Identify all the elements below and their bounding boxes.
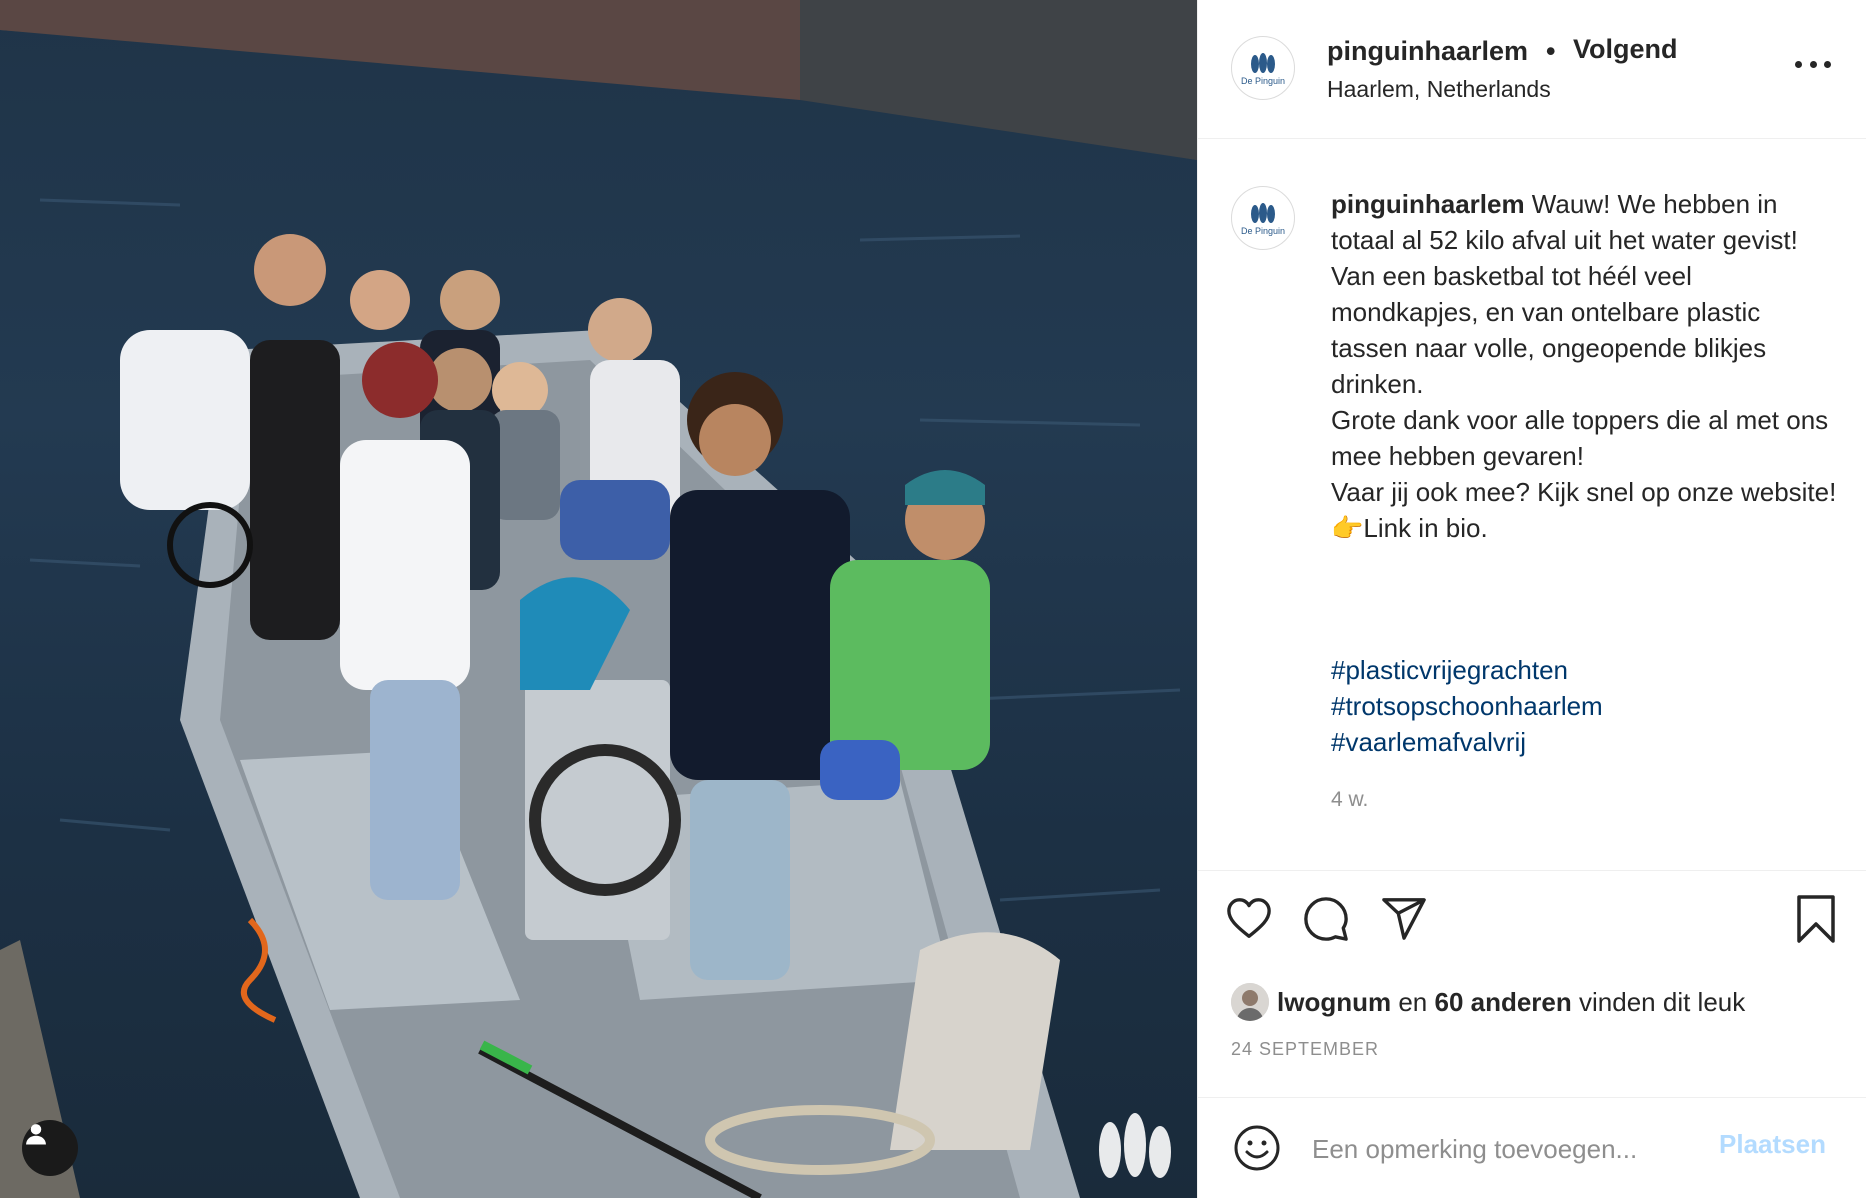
avatar-label: De Pinguin bbox=[1240, 75, 1286, 86]
hashtag-link[interactable]: #vaarlemafvalvrij bbox=[1331, 724, 1603, 760]
tagged-users-button[interactable] bbox=[22, 1120, 78, 1176]
likes-connector: en bbox=[1398, 986, 1428, 1017]
post-username[interactable]: pinguinhaarlem bbox=[1327, 36, 1528, 67]
post-comment-button[interactable]: Plaatsen bbox=[1719, 1129, 1826, 1160]
first-liker-name[interactable]: lwognum bbox=[1277, 987, 1391, 1018]
person-avatar-icon bbox=[1231, 983, 1269, 1021]
more-icon bbox=[1795, 60, 1802, 68]
like-button[interactable] bbox=[1226, 896, 1272, 942]
save-button[interactable] bbox=[1793, 895, 1839, 943]
user-icon bbox=[26, 1124, 46, 1145]
share-button[interactable] bbox=[1381, 896, 1427, 942]
penguin-logo-icon bbox=[1251, 202, 1275, 223]
hashtag-link[interactable]: #plasticvrijegrachten bbox=[1331, 652, 1603, 688]
comment-input[interactable] bbox=[1312, 1130, 1732, 1168]
hashtag-list: #plasticvrijegrachten #trotsopschoonhaar… bbox=[1331, 652, 1603, 760]
profile-avatar[interactable]: De Pinguin bbox=[1231, 36, 1295, 100]
caption-username[interactable]: pinguinhaarlem bbox=[1331, 189, 1525, 219]
post-header: De Pinguin pinguinhaarlem • Volgend Haar… bbox=[1198, 0, 1866, 139]
caption-text: pinguinhaarlem Wauw! We hebben in totaal… bbox=[1331, 186, 1841, 546]
comment-icon bbox=[1304, 897, 1348, 941]
caption-body: Wauw! We hebben in totaal al 52 kilo afv… bbox=[1331, 189, 1837, 543]
photo-illustration bbox=[0, 0, 1197, 1198]
caption-avatar[interactable]: De Pinguin bbox=[1231, 186, 1295, 250]
emoji-button[interactable] bbox=[1233, 1124, 1281, 1172]
more-options-button[interactable] bbox=[1795, 56, 1831, 72]
bookmark-icon bbox=[1797, 895, 1835, 943]
caption-time-ago[interactable]: 4 w. bbox=[1331, 788, 1368, 812]
post-date[interactable]: 24 SEPTEMBER bbox=[1231, 1039, 1379, 1060]
header-separator: • bbox=[1546, 36, 1556, 66]
post-side-panel: De Pinguin pinguinhaarlem • Volgend Haar… bbox=[1197, 0, 1866, 1198]
heart-icon bbox=[1227, 898, 1271, 938]
avatar-label: De Pinguin bbox=[1240, 225, 1286, 236]
comment-bar: Plaatsen bbox=[1198, 1097, 1866, 1198]
follow-button[interactable]: Volgend bbox=[1573, 34, 1678, 65]
emoji-icon bbox=[1234, 1125, 1280, 1171]
comment-button[interactable] bbox=[1303, 896, 1349, 942]
share-icon bbox=[1382, 898, 1426, 940]
post-photo[interactable] bbox=[0, 0, 1197, 1198]
post-actions: lwognum en 60 anderen vinden dit leuk 24… bbox=[1198, 870, 1866, 1100]
caption-section: De Pinguin pinguinhaarlem Wauw! We hebbe… bbox=[1198, 140, 1866, 870]
liker-avatar[interactable] bbox=[1231, 983, 1269, 1021]
other-likes-count[interactable]: 60 anderen bbox=[1434, 987, 1571, 1018]
likes-summary: lwognum en 60 anderen vinden dit leuk bbox=[1231, 983, 1745, 1021]
penguin-logo-icon bbox=[1251, 52, 1275, 73]
likes-suffix: vinden dit leuk bbox=[1579, 986, 1746, 1017]
hashtag-link[interactable]: #trotsopschoonhaarlem bbox=[1331, 688, 1603, 724]
post-location[interactable]: Haarlem, Netherlands bbox=[1327, 76, 1551, 103]
